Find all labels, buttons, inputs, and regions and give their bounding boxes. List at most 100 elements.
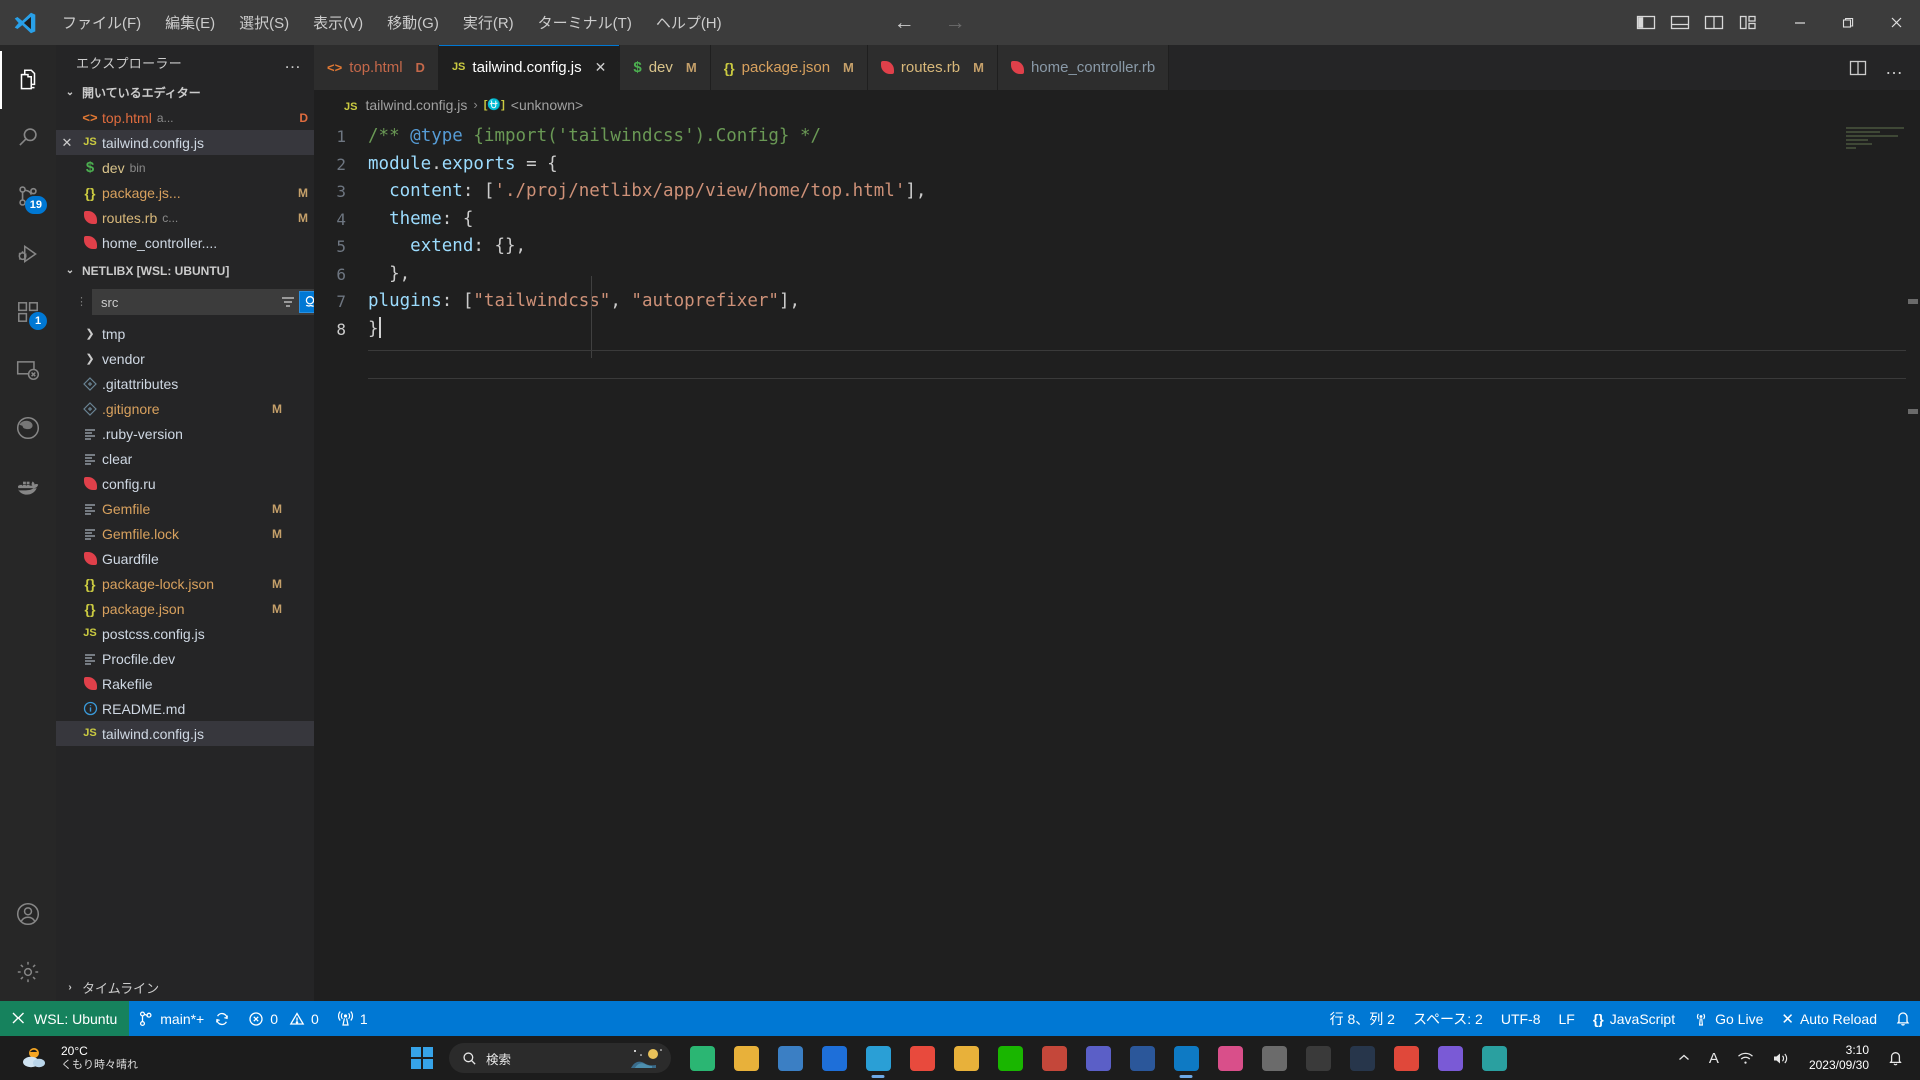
open-editor-row[interactable]: home_controller.... (56, 230, 314, 255)
taskbar-app-vscode[interactable] (1165, 1036, 1207, 1080)
filter-icon[interactable] (277, 291, 299, 313)
menu-edit[interactable]: 編集(E) (153, 8, 227, 37)
activitybar-item-manage[interactable] (0, 943, 56, 1001)
notification-bell-icon[interactable] (1879, 1050, 1912, 1066)
file-row[interactable]: {} package.json M (56, 596, 314, 621)
minimize-button[interactable] (1776, 0, 1824, 45)
taskbar-app-app19[interactable] (1473, 1036, 1515, 1080)
toggle-secondary-sidebar-icon[interactable] (1704, 14, 1724, 31)
customize-layout-icon[interactable] (1738, 14, 1758, 31)
section-open-editors[interactable]: ⌄ 開いているエディター (56, 80, 314, 105)
taskbar-search[interactable]: 検索 (449, 1043, 671, 1073)
menu-help[interactable]: ヘルプ(H) (644, 8, 734, 37)
activitybar-item-remote-explorer[interactable] (0, 341, 56, 399)
section-timeline[interactable]: › タイムライン (56, 973, 314, 1001)
more-actions-icon[interactable]: … (1885, 59, 1904, 77)
file-row[interactable]: Rakefile (56, 671, 314, 696)
status-cursor-position[interactable]: 行 8、列 2 (1321, 1001, 1404, 1036)
file-row[interactable]: {} package-lock.json M (56, 571, 314, 596)
drag-grip-icon[interactable]: ⋮⋮ (76, 296, 99, 307)
taskbar-app-chrome[interactable] (901, 1036, 943, 1080)
close-button[interactable] (1872, 0, 1920, 45)
breadcrumb-file[interactable]: tailwind.config.js (365, 97, 467, 113)
taskbar-clock[interactable]: 3:10 2023/09/30 (1799, 1043, 1879, 1073)
folder-row[interactable]: ❯ vendor (56, 346, 314, 371)
taskbar-app-app13[interactable] (1209, 1036, 1251, 1080)
taskbar-app-teams[interactable] (1077, 1036, 1119, 1080)
taskbar-app-app18[interactable] (1429, 1036, 1471, 1080)
find-in-files-icon[interactable] (299, 291, 314, 313)
section-workspace[interactable]: ⌄ NETLIBX [WSL: UBUNTU] (56, 258, 314, 283)
editor-tab[interactable]: $ dev M (620, 45, 711, 90)
chevron-up-icon[interactable] (1668, 1051, 1700, 1065)
folder-row[interactable]: ❯ tmp (56, 321, 314, 346)
status-remote[interactable]: WSL: Ubuntu (0, 1001, 130, 1036)
search-input[interactable] (101, 294, 277, 310)
status-encoding[interactable]: UTF-8 (1492, 1001, 1550, 1036)
taskbar-app-widgets[interactable] (769, 1036, 811, 1080)
status-problems[interactable]: 0 0 (239, 1001, 328, 1036)
status-indentation[interactable]: スペース: 2 (1404, 1001, 1492, 1036)
activitybar-item-run-and-debug[interactable] (0, 225, 56, 283)
activitybar-item-accounts[interactable] (0, 885, 56, 943)
taskbar-app-word[interactable] (1121, 1036, 1163, 1080)
status-eol[interactable]: LF (1550, 1001, 1584, 1036)
taskbar-app-folder[interactable] (945, 1036, 987, 1080)
menu-go[interactable]: 移動(G) (375, 8, 451, 37)
toggle-panel-icon[interactable] (1670, 14, 1690, 31)
file-row[interactable]: JS tailwind.config.js (56, 721, 314, 746)
sync-icon[interactable] (214, 1011, 230, 1027)
status-auto-reload[interactable]: ✕ Auto Reload (1772, 1001, 1886, 1036)
status-ports[interactable]: 1 (328, 1001, 377, 1036)
forward-arrow-icon[interactable]: → (945, 12, 966, 33)
editor-tab-close-icon[interactable]: ✕ (595, 59, 607, 76)
file-row[interactable]: .gitignore M (56, 396, 314, 421)
taskbar-app-file-explorer-taskbar[interactable] (725, 1036, 767, 1080)
code-editor[interactable]: 1 /** @type {import('tailwindcss').Config… (314, 119, 1920, 1001)
open-editor-row[interactable]: {} package.js... M (56, 180, 314, 205)
activitybar-item-search[interactable] (0, 109, 56, 167)
file-row[interactable]: .ruby-version (56, 421, 314, 446)
file-row[interactable]: Procfile.dev (56, 646, 314, 671)
menu-view[interactable]: 表示(V) (301, 8, 375, 37)
taskbar-app-firefox-dev[interactable] (1033, 1036, 1075, 1080)
menu-file[interactable]: ファイル(F) (50, 8, 153, 37)
editor-tab[interactable]: <> top.html D (314, 45, 439, 90)
taskbar-app-settings[interactable] (1253, 1036, 1295, 1080)
file-row[interactable]: Guardfile (56, 546, 314, 571)
status-notifications[interactable] (1886, 1001, 1920, 1036)
back-arrow-icon[interactable]: ← (894, 12, 915, 33)
editor-tab[interactable]: {} package.json M (710, 45, 868, 90)
menu-run[interactable]: 実行(R) (451, 8, 526, 37)
editor-scrollbar[interactable] (1906, 119, 1920, 1001)
editor-tab[interactable]: routes.rb M (867, 45, 998, 90)
open-editor-row[interactable]: $ dev bin (56, 155, 314, 180)
activitybar-item-docker[interactable] (0, 457, 56, 515)
file-row[interactable]: clear (56, 446, 314, 471)
taskbar-app-mail[interactable] (813, 1036, 855, 1080)
editor-tab[interactable]: JS tailwind.config.js ✕ (438, 45, 621, 90)
taskbar-app-powershell[interactable] (1341, 1036, 1383, 1080)
taskbar-app-line[interactable] (989, 1036, 1031, 1080)
split-editor-icon[interactable] (1849, 59, 1867, 77)
activitybar-item-source-control[interactable]: 19 (0, 167, 56, 225)
sidebar-more-actions-icon[interactable]: … (284, 53, 302, 73)
status-branch[interactable]: main*+ (129, 1001, 239, 1036)
status-language[interactable]: {} JavaScript (1584, 1001, 1684, 1036)
file-row[interactable]: Gemfile M (56, 496, 314, 521)
activitybar-item-edge-tools[interactable] (0, 399, 56, 457)
taskbar-app-app17[interactable] (1385, 1036, 1427, 1080)
menu-selection[interactable]: 選択(S) (227, 8, 301, 37)
close-icon[interactable]: ✕ (56, 135, 78, 151)
activitybar-item-explorer[interactable] (0, 51, 56, 109)
status-go-live[interactable]: Go Live (1684, 1001, 1772, 1036)
open-editor-row-active[interactable]: ✕ JS tailwind.config.js (56, 130, 314, 155)
open-editor-row[interactable]: <> top.html a... D (56, 105, 314, 130)
ime-indicator[interactable]: A (1700, 1050, 1728, 1067)
open-editor-row[interactable]: routes.rb c... M (56, 205, 314, 230)
taskbar-app-copilot[interactable] (681, 1036, 723, 1080)
minimap[interactable] (1846, 127, 1906, 149)
toggle-primary-sidebar-icon[interactable] (1636, 14, 1656, 31)
activitybar-item-extensions[interactable]: 1 (0, 283, 56, 341)
menu-terminal[interactable]: ターミナル(T) (526, 8, 644, 37)
